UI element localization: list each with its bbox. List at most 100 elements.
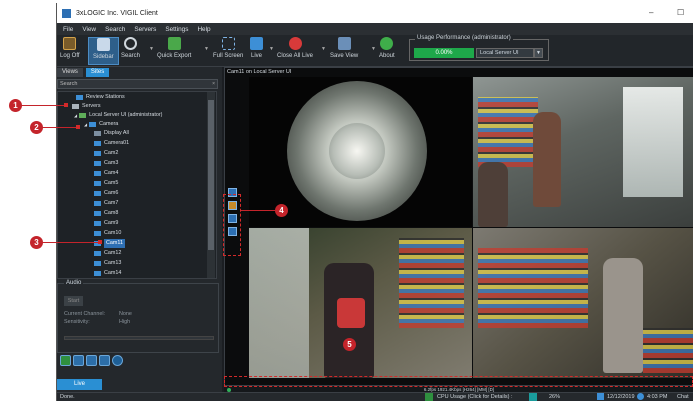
search-button[interactable]: Search bbox=[121, 37, 140, 59]
callout-2: 2 bbox=[30, 121, 43, 134]
review-station-icon bbox=[76, 95, 83, 100]
scrollbar-thumb[interactable] bbox=[208, 100, 214, 250]
menu-file[interactable]: File bbox=[63, 26, 73, 33]
cpu-usage-link[interactable]: CPU Usage (Click for Details) : bbox=[437, 393, 513, 401]
video-tile-store-aisle[interactable] bbox=[473, 77, 693, 227]
export-icon bbox=[167, 37, 181, 50]
camera-icon bbox=[94, 211, 101, 216]
snapshot-icon[interactable] bbox=[73, 355, 84, 366]
maximize-button[interactable]: ☐ bbox=[677, 8, 684, 17]
tree-item-cam5[interactable]: Cam5 bbox=[94, 179, 118, 188]
close-dropdown-caret[interactable]: ▼ bbox=[321, 46, 326, 52]
menu-search[interactable]: Search bbox=[105, 26, 125, 33]
usage-performance-panel: Usage Performance (administrator) 0.00% … bbox=[409, 35, 549, 61]
tree-item-camera01[interactable]: Camera01 bbox=[94, 139, 129, 148]
tree-label: Review Stations bbox=[86, 94, 125, 100]
tree-label: Cam9 bbox=[104, 220, 119, 226]
audio-title: Audio bbox=[64, 280, 84, 286]
tree-item-servers[interactable]: Servers bbox=[72, 102, 101, 111]
save-view-dropdown-caret[interactable]: ▼ bbox=[371, 46, 376, 52]
menu-settings[interactable]: Settings bbox=[165, 26, 188, 33]
full-screen-button[interactable]: Full Screen bbox=[213, 37, 243, 59]
menu-help[interactable]: Help bbox=[197, 26, 210, 33]
quick-export-button[interactable]: Quick Export bbox=[157, 37, 191, 59]
servers-icon bbox=[72, 104, 79, 109]
camera-icon bbox=[94, 141, 101, 146]
live-dropdown-caret[interactable]: ▼ bbox=[269, 46, 274, 52]
log-off-button[interactable]: Log Off bbox=[60, 37, 80, 59]
expand-icon[interactable]: ◢ bbox=[84, 120, 87, 129]
red-bag bbox=[337, 298, 365, 328]
tree-item-local-server[interactable]: ◢ Local Server UI (administrator) bbox=[74, 111, 162, 120]
minimize-button[interactable]: – bbox=[649, 8, 653, 17]
pause-icon[interactable] bbox=[112, 355, 123, 366]
tree-label: Cam8 bbox=[104, 210, 119, 216]
tree-item-cam4[interactable]: Cam4 bbox=[94, 169, 118, 178]
cpu-meter-icon bbox=[529, 393, 537, 401]
about-button[interactable]: About bbox=[379, 37, 395, 59]
tree-item-camera[interactable]: ◢ Camera bbox=[84, 120, 118, 129]
log-off-icon bbox=[63, 37, 77, 50]
sidebar-button[interactable]: Sidebar bbox=[88, 37, 119, 65]
callout-marker-3 bbox=[98, 240, 102, 244]
tab-views[interactable]: Views bbox=[57, 68, 83, 77]
video-title: Cam11 on Local Server UI bbox=[227, 69, 292, 75]
tree-item-display-all[interactable]: Display All bbox=[94, 129, 129, 138]
tree-label: Cam11 bbox=[104, 239, 125, 248]
chevron-down-icon[interactable]: ▼ bbox=[534, 48, 543, 58]
sensitivity-value: High bbox=[119, 319, 131, 325]
tree-item-cam9[interactable]: Cam9 bbox=[94, 219, 118, 228]
video-tile-cooler[interactable] bbox=[249, 228, 472, 378]
server-icon bbox=[79, 113, 87, 118]
search-dropdown-caret[interactable]: ▼ bbox=[149, 46, 154, 52]
audio-start-button[interactable]: Start bbox=[64, 296, 83, 306]
close-all-live-button[interactable]: Close All Live bbox=[277, 37, 313, 59]
camera-icon bbox=[94, 261, 101, 266]
site-search-input[interactable]: Search × bbox=[57, 79, 218, 89]
tree-item-cam8[interactable]: Cam8 bbox=[94, 209, 118, 218]
layout-icon[interactable] bbox=[86, 355, 97, 366]
tree-item-cam14[interactable]: Cam14 bbox=[94, 269, 121, 278]
expand-icon[interactable]: ◢ bbox=[74, 111, 77, 120]
tab-sites[interactable]: Sites bbox=[85, 68, 110, 77]
tree-item-cam10[interactable]: Cam10 bbox=[94, 229, 121, 238]
export-clip-icon[interactable] bbox=[60, 355, 71, 366]
current-channel-row: Current Channel: None bbox=[64, 311, 132, 317]
tree-scrollbar[interactable] bbox=[207, 92, 215, 278]
export-dropdown-caret[interactable]: ▼ bbox=[204, 46, 209, 52]
menu-servers[interactable]: Servers bbox=[134, 26, 156, 33]
server-select[interactable]: Local Server UI bbox=[476, 48, 534, 58]
chat-status[interactable]: Chat Of bbox=[677, 393, 693, 401]
shelf bbox=[399, 238, 464, 328]
callout-line-1 bbox=[21, 105, 66, 106]
callout-4: 4 bbox=[275, 204, 288, 217]
tree-item-cam13[interactable]: Cam13 bbox=[94, 259, 121, 268]
tree-label: Cam14 bbox=[104, 270, 122, 276]
tree-item-cam7[interactable]: Cam7 bbox=[94, 199, 118, 208]
audio-level-slider[interactable] bbox=[64, 336, 214, 340]
left-sidebar: Views Sites Search × Review Stations Ser… bbox=[57, 67, 222, 401]
tree-label: Cam3 bbox=[104, 160, 119, 166]
tree-item-cam6[interactable]: Cam6 bbox=[94, 189, 118, 198]
live-button[interactable]: Live bbox=[250, 37, 263, 59]
callout-line-3 bbox=[42, 242, 100, 243]
tab-live[interactable]: Live bbox=[57, 379, 102, 390]
tree-label: Cam7 bbox=[104, 200, 119, 206]
sidebar-tabs: Views Sites bbox=[57, 68, 112, 78]
shopper-figure bbox=[533, 112, 561, 207]
video-tile-checkout[interactable] bbox=[473, 228, 693, 378]
full-screen-label: Full Screen bbox=[213, 53, 244, 59]
tree-item-cam12[interactable]: Cam12 bbox=[94, 249, 121, 258]
tree-item-cam2[interactable]: Cam2 bbox=[94, 149, 118, 158]
clear-search-icon[interactable]: × bbox=[212, 80, 215, 88]
menu-view[interactable]: View bbox=[82, 26, 96, 33]
tree-label: Local Server UI (administrator) bbox=[89, 112, 163, 118]
camera-folder-icon bbox=[89, 122, 97, 127]
sensitivity-row: Sensitivity: High bbox=[64, 319, 130, 325]
camera-icon bbox=[94, 171, 101, 176]
tree-item-review-stations[interactable]: Review Stations bbox=[76, 93, 125, 102]
save-view-button[interactable]: Save View bbox=[330, 37, 358, 59]
ptz-icon[interactable] bbox=[99, 355, 110, 366]
tree-item-cam3[interactable]: Cam3 bbox=[94, 159, 118, 168]
calendar-icon bbox=[597, 393, 604, 400]
